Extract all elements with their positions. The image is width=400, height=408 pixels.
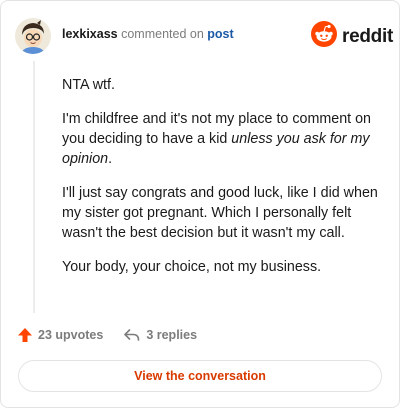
view-conversation-button[interactable]: View the conversation: [18, 360, 382, 392]
upvote-count: 23 upvotes: [38, 328, 104, 342]
comment-paragraph: I'm childfree and it's not my place to c…: [62, 111, 372, 167]
upvote-button[interactable]: 23 upvotes: [17, 327, 103, 343]
replies-button[interactable]: 3 replies: [123, 327, 197, 343]
comment-paragraph: Your body, your choice, not my business.: [62, 259, 322, 275]
reddit-logo-icon: [311, 21, 337, 52]
reddit-wordmark: reddit: [342, 25, 393, 47]
username[interactable]: lexkixass: [62, 27, 118, 41]
reply-arrow-icon: [123, 327, 141, 343]
comment-card: lexkixass commented on post reddit NTA w…: [0, 0, 400, 408]
commented-on-text: commented on: [121, 27, 204, 41]
thread-line[interactable]: [33, 61, 35, 313]
comment-paragraph: I'll just say congrats and good luck, li…: [62, 185, 378, 241]
comment-paragraph: NTA wtf.: [62, 77, 115, 93]
user-avatar-icon[interactable]: [15, 18, 51, 54]
comment-header: lexkixass commented on post: [62, 27, 234, 41]
comment-actions: 23 upvotes 3 replies: [17, 327, 197, 343]
post-link[interactable]: post: [207, 27, 233, 41]
upvote-arrow-icon: [17, 327, 33, 343]
replies-count: 3 replies: [146, 328, 198, 342]
reddit-logo[interactable]: reddit: [311, 21, 393, 52]
comment-body: NTA wtf. I'm childfree and it's not my p…: [62, 75, 380, 291]
